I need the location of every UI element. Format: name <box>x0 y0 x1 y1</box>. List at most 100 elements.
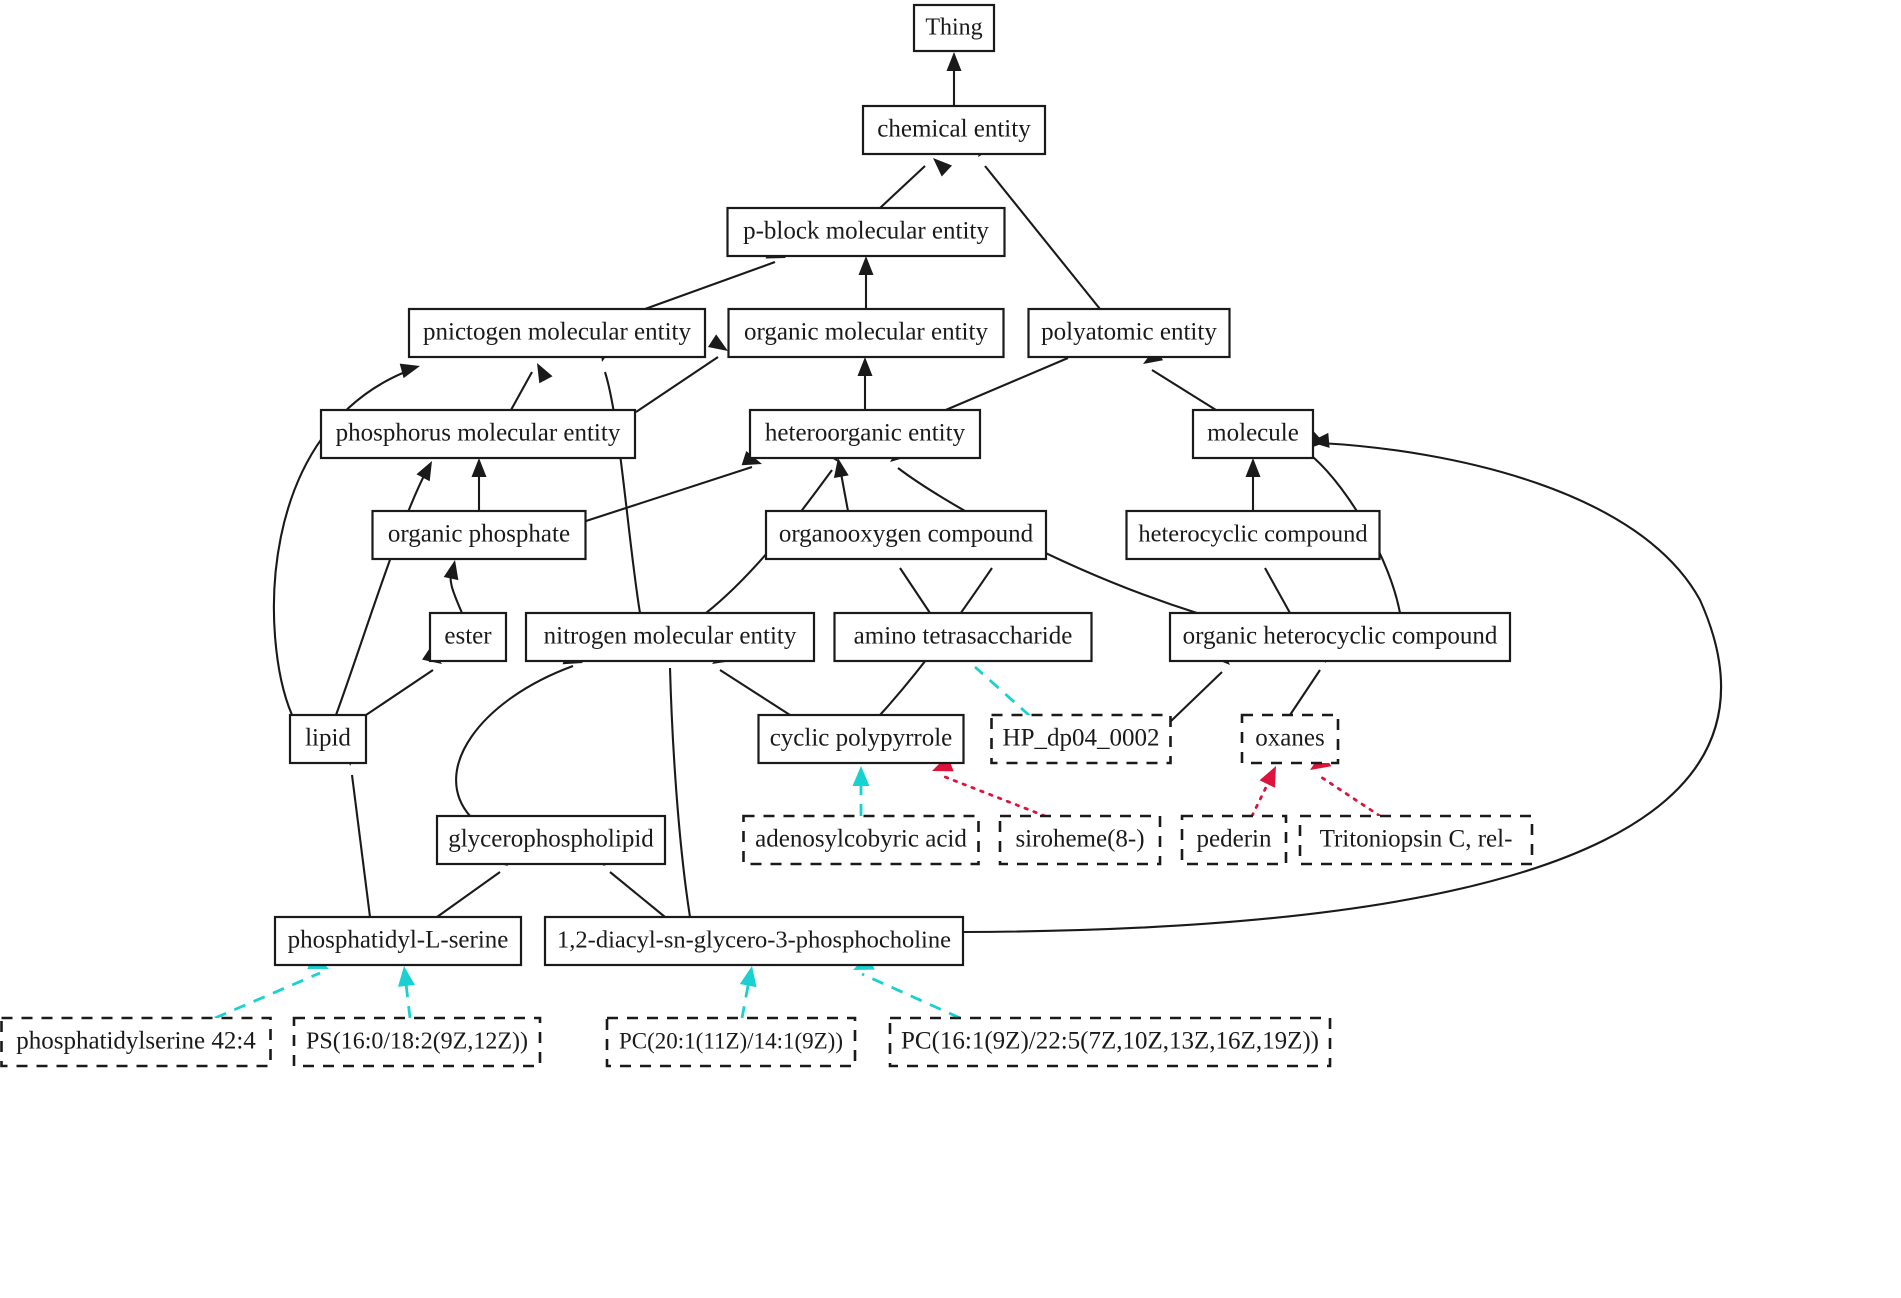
node-tritoniopsin[interactable]: Tritoniopsin C, rel- <box>1298 814 1534 866</box>
edge-orghetero-to-heterocyclic <box>1264 567 1291 614</box>
node-box-heterocyclic[interactable] <box>1125 509 1381 561</box>
node-box-ps160182[interactable] <box>292 1016 542 1068</box>
node-pc161225[interactable]: PC(16:1(9Z)/22:5(7Z,10Z,13Z,16Z,19Z)) <box>888 1016 1332 1068</box>
edge-diacylpc-to-glyceroph <box>609 871 666 918</box>
node-ps424[interactable]: phosphatidylserine 42:4 <box>0 1016 272 1068</box>
node-box-chementity[interactable] <box>861 104 1047 156</box>
node-organooxygen[interactable]: organooxygen compound <box>764 509 1048 561</box>
node-box-siroheme[interactable] <box>998 814 1162 866</box>
node-pnictogen[interactable]: pnictogen molecular entity <box>407 307 707 359</box>
node-cyclicpoly[interactable]: cyclic polypyrrole <box>757 713 965 765</box>
edge-heteroorg-to-polyatomic <box>940 357 1069 413</box>
edge-ptdlserine-to-glyceroph <box>436 871 501 918</box>
node-box-pc201141[interactable] <box>605 1016 857 1068</box>
node-box-heteroorg[interactable] <box>748 408 982 460</box>
node-pederin[interactable]: pederin <box>1180 814 1288 866</box>
node-box-orgmolent[interactable] <box>727 307 1005 359</box>
arrowhead-orgphosphate-to-phosphorus <box>471 458 487 477</box>
edge-ps424-to-ptdlserine <box>214 971 321 1020</box>
arrowhead-pc201141-to-diacylpc <box>739 966 757 988</box>
arrowhead-orgmolent-to-pblock <box>858 256 874 275</box>
arrowhead-lipid-to-pnictogen <box>399 363 420 379</box>
node-box-phosphorus[interactable] <box>319 408 637 460</box>
node-orghetero[interactable]: organic heterocyclic compound <box>1168 611 1512 663</box>
node-box-orghetero[interactable] <box>1168 611 1512 663</box>
node-box-glyceroph[interactable] <box>435 814 667 866</box>
node-lipid[interactable]: lipid <box>288 713 368 765</box>
edge-oxanes-to-orghetero <box>1289 669 1321 716</box>
node-box-nitrogen[interactable] <box>524 611 816 663</box>
edge-tritoniopsin-to-oxanes <box>1316 773 1382 818</box>
node-box-ps424[interactable] <box>0 1016 272 1068</box>
edge-lipid-to-ester <box>365 669 434 716</box>
node-box-oxanes[interactable] <box>1240 713 1340 765</box>
edge-hp04-to-aminotetra <box>974 665 1031 718</box>
node-box-orgphosphate[interactable] <box>371 509 587 561</box>
arrowhead-pederin-to-oxanes <box>1259 766 1276 788</box>
node-molecule[interactable]: molecule <box>1191 408 1315 460</box>
arrowhead-ps160182-to-ptdlserine <box>398 966 415 987</box>
edge-aminotetra-to-organooxygen <box>899 567 931 614</box>
node-box-tritoniopsin[interactable] <box>1298 814 1534 866</box>
arrowhead-ester-to-orgphosphate <box>443 560 459 581</box>
node-phosphorus[interactable]: phosphorus molecular entity <box>319 408 637 460</box>
edge-orgphosphate-to-heteroorg <box>585 466 753 522</box>
node-nitrogen[interactable]: nitrogen molecular entity <box>524 611 816 663</box>
edge-pnictogen-to-pblock <box>644 261 776 310</box>
node-heteroorg[interactable]: heteroorganic entity <box>748 408 982 460</box>
node-heterocyclic[interactable]: heterocyclic compound <box>1125 509 1381 561</box>
arrowhead-phosphorus-to-pnictogen <box>537 363 553 384</box>
node-box-lipid[interactable] <box>288 713 368 765</box>
node-box-hp04[interactable] <box>990 713 1172 765</box>
edge-cyclicpoly-to-nitrogen <box>719 669 791 716</box>
node-ps160182[interactable]: PS(16:0/18:2(9Z,12Z)) <box>292 1016 542 1068</box>
node-adenosyl[interactable]: adenosylcobyric acid <box>742 814 980 866</box>
arrowhead-organooxygen-to-heteroorg <box>833 458 849 479</box>
edge-phosphorus-to-orgmolent <box>635 356 719 413</box>
ontology-diagram: Thing chemical entity p-block molecular en… <box>0 0 1901 1298</box>
arrowhead-chementity-to-thing <box>946 52 962 71</box>
node-box-organooxygen[interactable] <box>764 509 1048 561</box>
node-ester[interactable]: ester <box>428 611 508 663</box>
edge-siroheme-to-cyclicpoly <box>938 773 1047 818</box>
arrowhead-heterocyclic-to-molecule <box>1245 458 1261 477</box>
node-aminotetra[interactable]: amino tetrasaccharide <box>833 611 1093 663</box>
arrowhead-adenosyl-to-cyclicpoly <box>852 766 870 786</box>
node-box-adenosyl[interactable] <box>742 814 980 866</box>
edge-glyceroph-to-nitrogen <box>455 665 574 817</box>
edge-pblock-to-chementity <box>879 165 926 209</box>
node-box-polyatomic[interactable] <box>1027 307 1231 359</box>
edge-molecule-to-polyatomic <box>1151 369 1217 411</box>
node-box-aminotetra[interactable] <box>833 611 1093 663</box>
node-oxanes[interactable]: oxanes <box>1240 713 1340 765</box>
node-layer: Thing chemical entity p-block molecular en… <box>0 3 1534 1068</box>
edge-lipid-to-phosphorus <box>335 469 428 716</box>
node-thing[interactable]: Thing <box>912 3 996 53</box>
node-polyatomic[interactable]: polyatomic entity <box>1027 307 1231 359</box>
node-box-thing[interactable] <box>912 3 996 53</box>
node-orgmolent[interactable]: organic molecular entity <box>727 307 1005 359</box>
node-box-pnictogen[interactable] <box>407 307 707 359</box>
node-box-pc161225[interactable] <box>888 1016 1332 1068</box>
node-diacylpc[interactable]: 1,2-diacyl-sn-glycero-3-phosphocholine <box>543 915 965 967</box>
node-pblock[interactable]: p-block molecular entity <box>726 206 1006 258</box>
edge-diacylpc-to-nitrogen <box>668 667 692 918</box>
node-box-diacylpc[interactable] <box>543 915 965 967</box>
node-box-molecule[interactable] <box>1191 408 1315 460</box>
node-chementity[interactable]: chemical entity <box>861 104 1047 156</box>
arrowhead-phosphorus-to-orgmolent <box>707 334 728 351</box>
edge-pc161225-to-diacylpc <box>861 972 961 1020</box>
node-glyceroph[interactable]: glycerophospholipid <box>435 814 667 866</box>
node-hp04[interactable]: HP_dp04_0002 <box>990 713 1172 765</box>
node-box-pederin[interactable] <box>1180 814 1288 866</box>
node-box-ptdlserine[interactable] <box>273 915 523 967</box>
node-box-ester[interactable] <box>428 611 508 663</box>
node-pc201141[interactable]: PC(20:1(11Z)/14:1(9Z)) <box>605 1016 857 1068</box>
node-box-cyclicpoly[interactable] <box>757 713 965 765</box>
node-box-pblock[interactable] <box>726 206 1006 258</box>
node-siroheme[interactable]: siroheme(8-) <box>998 814 1162 866</box>
node-orgphosphate[interactable]: organic phosphate <box>371 509 587 561</box>
node-ptdlserine[interactable]: phosphatidyl-L-serine <box>273 915 523 967</box>
edge-phosphorus-to-pnictogen <box>510 371 533 411</box>
graph-canvas: Thing chemical entity p-block molecular en… <box>0 3 1723 1068</box>
